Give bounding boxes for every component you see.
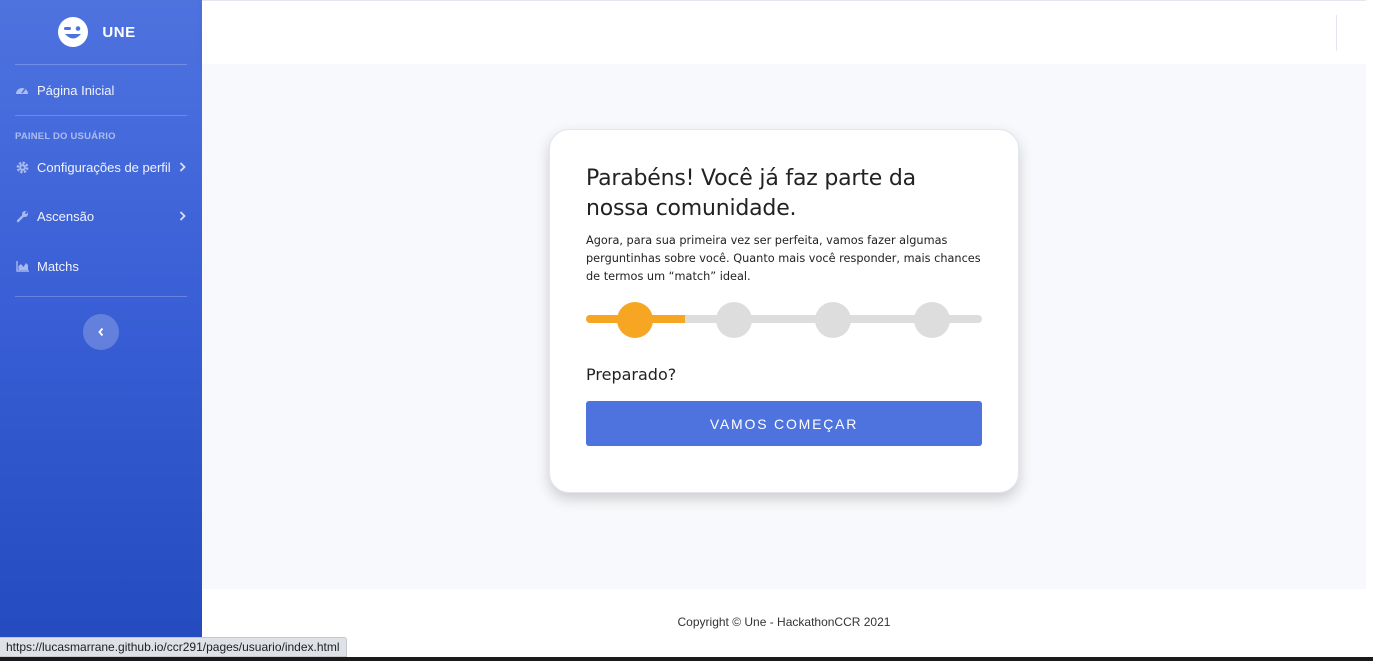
sidebar-heading: PAINEL DO USUÁRIO bbox=[15, 131, 116, 142]
status-bar-url: https://lucasmarrane.github.io/ccr291/pa… bbox=[0, 637, 347, 657]
start-button[interactable]: VAMOS COMEÇAR bbox=[586, 401, 982, 446]
card-description: Agora, para sua primeira vez ser perfeit… bbox=[586, 234, 981, 283]
progress-step bbox=[914, 302, 950, 338]
card-title: Parabéns! Você já faz parte da nossa com… bbox=[586, 166, 916, 221]
topbar-divider bbox=[1336, 15, 1337, 51]
progress-step bbox=[815, 302, 851, 338]
progress-step bbox=[617, 302, 653, 338]
chevron-left-icon bbox=[98, 327, 104, 337]
progress-steps bbox=[586, 302, 982, 338]
sidebar-item-profile-settings[interactable]: Configurações de perfil bbox=[0, 148, 202, 186]
welcome-card: Parabéns! Você já faz parte da nossa com… bbox=[549, 129, 1019, 493]
wrench-icon bbox=[15, 209, 29, 223]
sidebar: UNE Página Inicial PAINEL DO USUÁRIO Con… bbox=[0, 0, 202, 661]
sidebar-item-ascensao[interactable]: Ascensão bbox=[0, 186, 202, 246]
sidebar-toggle-button[interactable] bbox=[83, 314, 119, 350]
brand-link[interactable]: UNE bbox=[0, 0, 202, 64]
sidebar-item-label: Configurações de perfil bbox=[37, 159, 171, 175]
brand-name: UNE bbox=[102, 23, 136, 41]
tachometer-icon bbox=[15, 83, 29, 97]
sidebar-item-label: Matchs bbox=[37, 258, 79, 274]
copyright-text: Copyright © Une - HackathonCCR 2021 bbox=[677, 615, 891, 629]
sidebar-item-home[interactable]: Página Inicial bbox=[0, 65, 202, 115]
winking-face-icon bbox=[58, 17, 89, 47]
cog-icon bbox=[15, 160, 29, 174]
chart-area-icon bbox=[15, 259, 29, 273]
sidebar-item-label: Ascensão bbox=[37, 208, 95, 224]
chevron-right-icon bbox=[177, 161, 187, 173]
sidebar-item-label: Página Inicial bbox=[37, 82, 115, 98]
sidebar-toggle-wrapper bbox=[0, 297, 202, 350]
topbar bbox=[202, 0, 1366, 64]
progress-step bbox=[716, 302, 752, 338]
chevron-right-icon bbox=[177, 210, 187, 222]
footer: Copyright © Une - HackathonCCR 2021 bbox=[202, 589, 1366, 661]
ready-prompt: Preparado? bbox=[586, 365, 677, 384]
main-content: Parabéns! Você já faz parte da nossa com… bbox=[202, 64, 1366, 589]
window-edge bbox=[1366, 0, 1373, 661]
os-taskbar bbox=[0, 657, 1373, 661]
sidebar-item-matchs[interactable]: Matchs bbox=[0, 246, 202, 286]
